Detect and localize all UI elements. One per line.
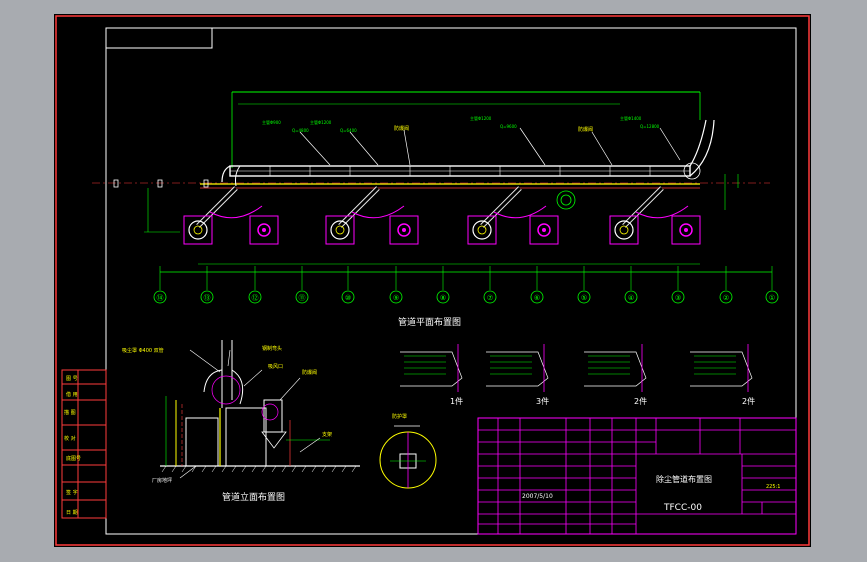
axis-label: ④ <box>628 294 634 302</box>
axis-label: ⑬ <box>204 294 211 302</box>
svg-text:防爆阀: 防爆阀 <box>394 125 409 132</box>
plan-view: 主管Φ900 Q=4800 主管Φ1200 Q=6400 主管Φ1200 Q=9… <box>92 91 773 290</box>
drawing-date: 2007/5/10 <box>522 493 553 500</box>
axis-label: ⑪ <box>299 294 306 302</box>
branch-group-2 <box>325 186 419 245</box>
branch-group-3 <box>467 186 576 245</box>
axis-label: ⑥ <box>534 294 540 302</box>
drawing-name: 除尘管道布置图 <box>656 474 712 484</box>
svg-text:吸尘罩 Φ400 双管: 吸尘罩 Φ400 双管 <box>122 347 164 354</box>
drawing-code: TFCC-00 <box>663 503 702 513</box>
svg-text:描 图: 描 图 <box>64 409 76 416</box>
svg-text:签 字: 签 字 <box>66 489 78 496</box>
branch-group-4 <box>609 186 701 245</box>
drawing-svg: 图 号 借 用 描 图 校 对 底图号 签 字 日 期 主管Φ900 Q=480… <box>55 15 810 546</box>
detail-count: 2件 <box>742 396 755 406</box>
axis-label: ⑨ <box>393 294 399 302</box>
svg-text:借 用: 借 用 <box>66 391 78 398</box>
corner-label-box <box>105 27 213 49</box>
svg-text:Q=9600: Q=9600 <box>500 124 517 129</box>
svg-text:防爆阀: 防爆阀 <box>302 369 317 376</box>
svg-text:日 期: 日 期 <box>66 510 78 516</box>
axis-label: ① <box>769 294 775 302</box>
svg-text:主管Φ900: 主管Φ900 <box>262 119 281 125</box>
title-block: 除尘管道布置图 TFCC-00 2007/5/10 225:1 <box>477 417 797 535</box>
elevation-view: 吸尘罩 Φ400 双管 钢制弯头 吸风口 防爆阀 支架 厂房地坪 <box>122 340 360 484</box>
axis-bubbles <box>153 290 779 304</box>
svg-text:主管Φ1200: 主管Φ1200 <box>470 115 492 121</box>
svg-text:图 号: 图 号 <box>66 376 78 382</box>
axis-label: ③ <box>675 294 681 302</box>
detail-count: 1件 <box>450 396 463 406</box>
axis-label: ⑫ <box>252 294 259 302</box>
svg-text:底图号: 底图号 <box>66 455 81 462</box>
svg-text:主管Φ1200: 主管Φ1200 <box>310 119 332 125</box>
axis-label: ⑩ <box>345 294 351 302</box>
branch-group-1 <box>183 186 279 245</box>
detail-count: 2件 <box>634 396 647 406</box>
svg-text:吸风口: 吸风口 <box>268 364 283 370</box>
svg-text:钢制弯头: 钢制弯头 <box>262 345 282 352</box>
drawing-scale: 225:1 <box>766 484 780 490</box>
svg-text:防护罩: 防护罩 <box>392 413 407 420</box>
axis-label: ⑤ <box>581 294 587 302</box>
cad-viewport: 图 号 借 用 描 图 校 对 底图号 签 字 日 期 主管Φ900 Q=480… <box>0 0 867 562</box>
axis-label: ⑦ <box>487 294 493 302</box>
elevation-title: 管道立面布置图 <box>222 491 285 503</box>
axis-label: ⑭ <box>157 294 164 302</box>
plan-title: 管道平面布置图 <box>398 316 461 328</box>
svg-text:主管Φ1400: 主管Φ1400 <box>620 115 642 121</box>
floor-label: 厂房地坪 <box>152 477 172 484</box>
svg-text:校 对: 校 对 <box>64 435 76 442</box>
axis-label: ② <box>723 294 729 302</box>
svg-text:防爆阀: 防爆阀 <box>578 126 593 133</box>
svg-text:Q=12800: Q=12800 <box>640 124 660 129</box>
svg-text:支架: 支架 <box>322 431 332 438</box>
svg-text:Q=6400: Q=6400 <box>340 128 357 133</box>
detail-count: 3件 <box>536 396 549 406</box>
axis-label: ⑧ <box>440 294 446 302</box>
